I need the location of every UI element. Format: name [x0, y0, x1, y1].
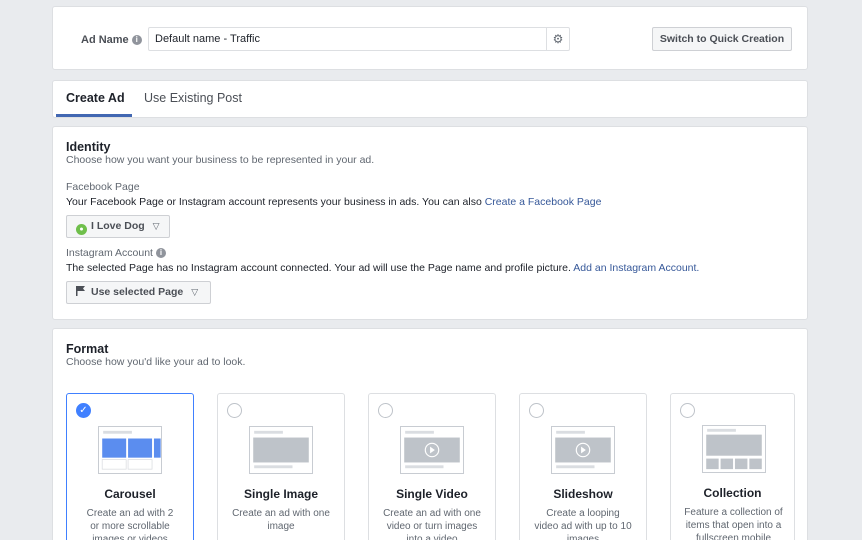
format-title-slideshow: Slideshow: [553, 487, 613, 501]
radio-button[interactable]: [680, 403, 695, 418]
format-option-carousel[interactable]: ✓ Carousel Create an ad with 2 or more s…: [66, 393, 194, 540]
tabs-card: Create Ad Use Existing Post: [52, 80, 808, 118]
info-icon[interactable]: i: [131, 35, 142, 45]
identity-subtitle: Choose how you want your business to be …: [66, 154, 375, 166]
format-option-single-image[interactable]: Single Image Create an ad with one image: [217, 393, 345, 540]
chevron-down-icon: ▽: [152, 221, 160, 231]
format-option-collection[interactable]: Collection Feature a collection of items…: [670, 393, 795, 540]
tab-create-ad[interactable]: Create Ad: [66, 91, 125, 105]
check-icon[interactable]: ✓: [76, 403, 91, 418]
collection-preview-icon: [702, 425, 766, 473]
single-video-preview-icon: [400, 426, 464, 474]
ad-name-card: Ad Name i Default name - Traffic ⚙ Switch…: [52, 6, 808, 70]
format-title-single-video: Single Video: [396, 487, 468, 501]
format-subtitle: Choose how you'd like your ad to look.: [66, 356, 246, 368]
instagram-account-label: Instagram Account i: [66, 247, 166, 259]
format-desc-slideshow: Create a looping video ad with up to 10 …: [534, 508, 632, 540]
identity-title: Identity: [66, 140, 111, 154]
instagram-account-desc: The selected Page has no Instagram accou…: [66, 262, 699, 274]
gear-icon[interactable]: ⚙: [546, 28, 569, 50]
format-option-single-video[interactable]: Single Video Create an ad with one video…: [368, 393, 496, 540]
page-avatar: ●: [76, 224, 87, 235]
ad-name-label-text: Ad Name: [81, 34, 129, 46]
format-option-slideshow[interactable]: Slideshow Create a looping video ad with…: [519, 393, 647, 540]
info-icon[interactable]: i: [155, 248, 166, 258]
radio-button[interactable]: [227, 403, 242, 418]
flag-icon: [76, 286, 85, 296]
ad-name-input[interactable]: Default name - Traffic: [148, 27, 570, 51]
instagram-account-dropdown[interactable]: Use selected Page ▽: [66, 281, 211, 304]
radio-button[interactable]: [529, 403, 544, 418]
format-title-collection: Collection: [703, 486, 762, 500]
facebook-page-desc: Your Facebook Page or Instagram account …: [66, 196, 601, 208]
add-instagram-account-link[interactable]: Add an Instagram Account.: [573, 262, 699, 274]
carousel-preview-icon: [98, 426, 162, 474]
instagram-desc-text: The selected Page has no Instagram accou…: [66, 262, 574, 274]
facebook-page-label: Facebook Page: [66, 181, 140, 193]
ad-name-label: Ad Name i: [81, 34, 142, 46]
slideshow-preview-icon: [551, 426, 615, 474]
facebook-page-dropdown[interactable]: ● I Love Dog ▽: [66, 215, 170, 238]
identity-card: Identity Choose how you want your busine…: [52, 126, 808, 320]
chevron-down-icon: ▽: [191, 287, 199, 297]
radio-button[interactable]: [378, 403, 393, 418]
format-desc-carousel: Create an ad with 2 or more scrollable i…: [86, 508, 174, 540]
facebook-page-desc-text: Your Facebook Page or Instagram account …: [66, 196, 485, 208]
create-facebook-page-link[interactable]: Create a Facebook Page: [485, 196, 602, 208]
single-image-preview-icon: [249, 426, 313, 474]
format-desc-single-video: Create an ad with one video or turn imag…: [383, 508, 481, 540]
format-desc-single-image: Create an ad with one image: [232, 508, 330, 532]
instagram-selected: Use selected Page: [91, 286, 184, 298]
format-title-single-image: Single Image: [243, 487, 319, 501]
active-tab-indicator: [56, 114, 132, 117]
format-desc-collection: Feature a collection of items that open …: [684, 507, 783, 540]
format-title: Format: [66, 342, 109, 356]
instagram-account-label-text: Instagram Account: [66, 247, 153, 259]
tab-use-existing-post[interactable]: Use Existing Post: [144, 91, 242, 105]
format-card: Format Choose how you'd like your ad to …: [52, 328, 808, 540]
facebook-page-selected: I Love Dog: [91, 220, 145, 232]
switch-quick-creation-button[interactable]: Switch to Quick Creation: [652, 27, 792, 51]
format-title-carousel: Carousel: [104, 487, 156, 501]
